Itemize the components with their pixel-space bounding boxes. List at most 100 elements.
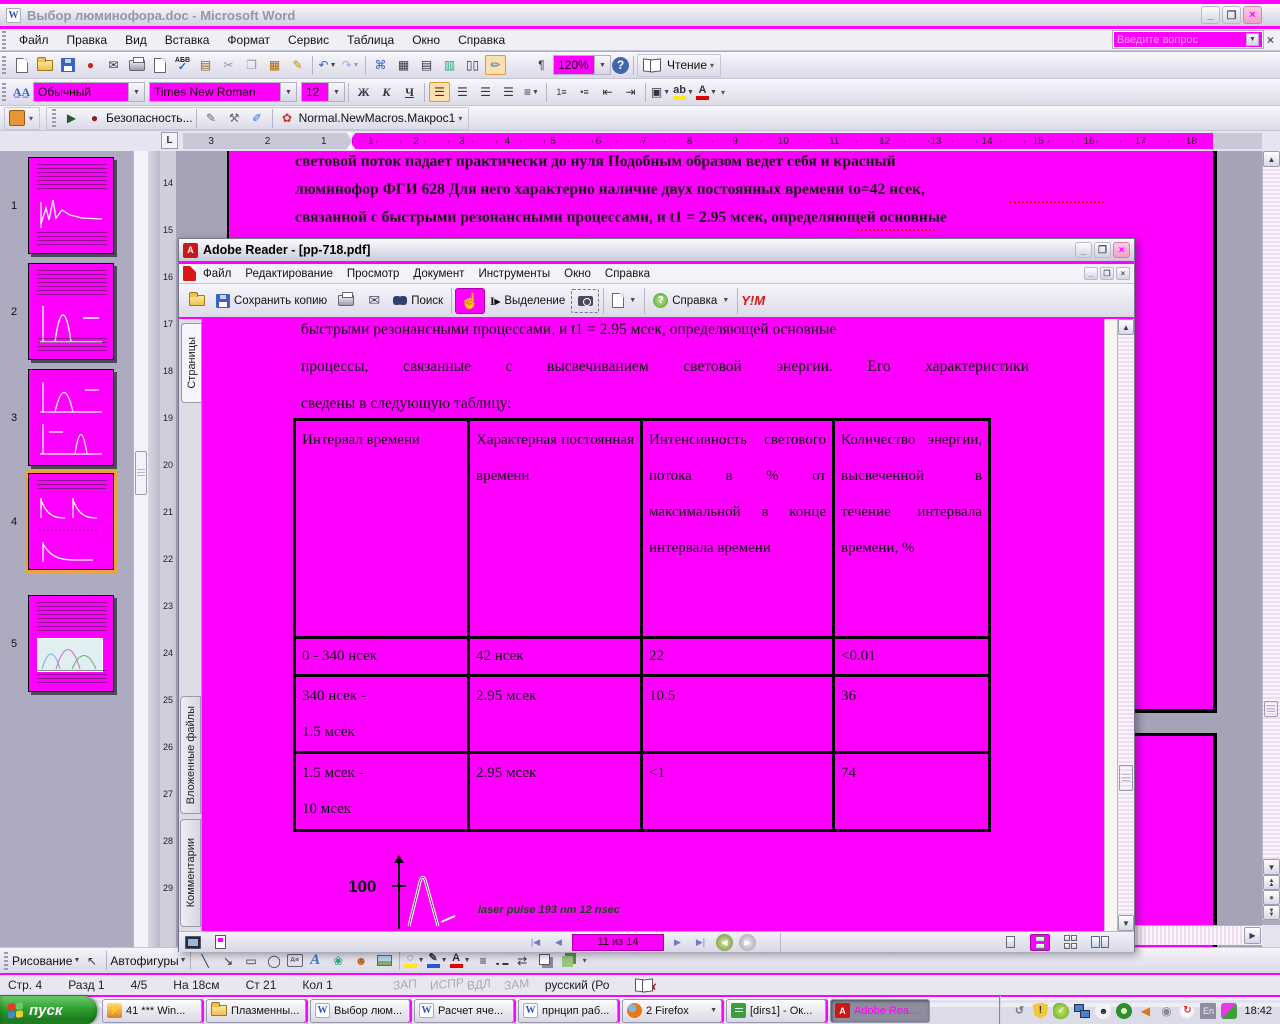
scroll-down-icon[interactable]: ▼ — [1263, 859, 1280, 875]
child-minimize-button[interactable]: _ — [1084, 267, 1098, 280]
menubar-grip[interactable] — [2, 30, 6, 49]
scheduler-icon[interactable]: ↻ — [1179, 1002, 1196, 1019]
select-browse-object-icon[interactable]: ● — [1263, 890, 1280, 905]
reader-menu-document[interactable]: Документ — [406, 266, 471, 282]
fill-color-icon[interactable]: ◌ ▼ — [403, 951, 425, 971]
design-mode-icon[interactable]: ✐ — [247, 108, 268, 128]
align-right-icon[interactable]: ☰ — [475, 82, 496, 102]
toolbar-grip[interactable] — [2, 83, 6, 101]
toolbar-grip[interactable] — [2, 56, 6, 74]
hand-tool-button[interactable]: ☝ — [455, 287, 486, 314]
security-shield-icon[interactable]: ! — [1032, 1002, 1049, 1019]
font-size-combo[interactable]: 12 ▼ — [301, 82, 345, 102]
scroll-up-icon[interactable]: ▲ — [1263, 151, 1280, 167]
help-icon[interactable]: ? — [612, 56, 629, 74]
yahoo-messenger-icon[interactable]: Y!M — [741, 293, 765, 308]
highlight-icon[interactable]: ab ▼ — [673, 82, 694, 102]
task-firefox-group[interactable]: 2 Firefox ▼ — [622, 998, 722, 1023]
status-revision-flag[interactable]: ИСПР — [430, 975, 464, 994]
language-indicator[interactable]: En — [1200, 1002, 1217, 1019]
research-icon[interactable]: ▤ — [195, 55, 216, 75]
line-icon[interactable]: ╲ — [195, 951, 216, 971]
reader-menu-view[interactable]: Просмотр — [340, 266, 407, 282]
print-preview-icon[interactable] — [149, 55, 170, 75]
tab-pages[interactable]: Страницы — [181, 323, 202, 403]
view-forward-icon[interactable]: ▶ — [739, 933, 756, 951]
diagram-icon[interactable]: ❀ — [328, 951, 349, 971]
select-objects-icon[interactable]: ↖ — [81, 951, 102, 971]
start-button[interactable]: пуск — [0, 996, 97, 1024]
continuous-layout-icon[interactable] — [1030, 933, 1050, 951]
ask-question-input[interactable]: Введите вопрос ▼ — [1111, 30, 1264, 49]
close-button[interactable]: × — [1243, 6, 1262, 24]
clipart-icon[interactable]: ☻ — [351, 951, 372, 971]
toolbox-icon[interactable]: ⚒ — [224, 108, 245, 128]
insert-table-icon[interactable]: ▤ — [416, 55, 437, 75]
numbered-list-icon[interactable]: 1≡ — [551, 82, 572, 102]
italic-icon[interactable]: К — [376, 82, 397, 102]
continuous-facing-layout-icon[interactable] — [1060, 934, 1080, 951]
menu-window[interactable]: Окно — [403, 31, 449, 49]
insert-picture-icon[interactable] — [374, 951, 395, 971]
close-document-icon[interactable]: × — [1267, 33, 1274, 47]
status-overtype-flag[interactable]: ЗАМ — [504, 976, 529, 994]
font-size-dropdown-icon[interactable]: ▼ — [328, 83, 344, 101]
print-icon[interactable] — [126, 55, 147, 75]
justify-icon[interactable]: ☰ — [498, 82, 519, 102]
line-color-icon[interactable]: ✎ ▼ — [426, 951, 448, 971]
arrow-style-icon[interactable]: ⇄ — [512, 951, 533, 971]
history-icon[interactable]: ↺ — [1011, 1003, 1027, 1019]
thumbnail-page-1[interactable] — [28, 157, 114, 254]
style-dropdown-icon[interactable]: ▼ — [128, 83, 144, 101]
select-tool-button[interactable]: I▸ Выделение — [485, 291, 570, 311]
toolbar-grip[interactable] — [52, 109, 57, 127]
document-map-icon[interactable] — [508, 55, 529, 75]
reader-minimize-button[interactable]: _ — [1075, 242, 1092, 258]
reader-vertical-scrollbar[interactable]: ▲ ▼ — [1117, 319, 1134, 931]
previous-page-icon[interactable]: ◀ — [549, 934, 568, 951]
toolbar-options-icon[interactable]: ▾ — [29, 114, 33, 123]
toolbar-options-icon[interactable]: ▾ — [458, 114, 462, 123]
visual-basic-editor-icon[interactable]: ✎ — [201, 108, 222, 128]
zoom-combo[interactable]: 120% ▼ — [553, 55, 611, 75]
audio-device-icon[interactable]: ◉ — [1158, 1003, 1174, 1019]
drawing-menu-button[interactable]: Рисование — [12, 954, 72, 968]
minimize-button[interactable]: _ — [1201, 6, 1220, 24]
reader-scroll-up-icon[interactable]: ▲ — [1118, 319, 1134, 335]
toolbar-options-icon[interactable]: ▾ — [710, 61, 714, 70]
insert-excel-icon[interactable]: ▥ — [439, 55, 460, 75]
network-icon[interactable] — [1074, 1003, 1091, 1019]
tab-comments[interactable]: Комментарии — [180, 819, 201, 927]
reader-scroll-down-icon[interactable]: ▼ — [1118, 915, 1134, 931]
antivirus-icon[interactable]: ✓ — [1053, 1002, 1070, 1019]
child-restore-button[interactable]: ❐ — [1100, 267, 1114, 280]
show-paragraph-icon[interactable]: ¶ — [531, 55, 552, 75]
group-dropdown-icon[interactable]: ▼ — [710, 1007, 717, 1014]
paste-icon[interactable]: ▦ — [264, 55, 285, 75]
reader-scrollbar-track[interactable] — [1118, 335, 1134, 915]
reader-menu-help[interactable]: Справка — [598, 266, 657, 282]
task-word-vybor[interactable]: W Выбор люм... — [310, 998, 410, 1023]
toolbar-grip[interactable] — [4, 951, 8, 970]
shadow-style-icon[interactable] — [535, 951, 556, 971]
next-page-icon[interactable]: ▼ ▼ — [1263, 905, 1280, 920]
drawing-icon[interactable]: ✏ — [485, 55, 506, 75]
save-copy-button[interactable]: Сохранить копию — [211, 291, 332, 311]
first-page-icon[interactable]: |◀ — [526, 934, 545, 951]
scrollbar-thumb[interactable] — [1264, 701, 1278, 717]
menu-table[interactable]: Таблица — [338, 31, 403, 49]
reading-button[interactable]: Чтение — [667, 58, 707, 72]
scrollbar-track[interactable] — [1263, 167, 1280, 859]
messenger-icon[interactable]: ☻ — [1095, 1002, 1112, 1019]
screen-mode-icon[interactable] — [185, 935, 201, 949]
permission-icon[interactable]: ● — [80, 55, 101, 75]
reader-close-button[interactable]: × — [1113, 242, 1130, 258]
increase-indent-icon[interactable]: ⇥ — [620, 82, 641, 102]
print-file-icon[interactable] — [333, 289, 359, 313]
thumbnail-scrollbar-thumb[interactable] — [135, 451, 147, 495]
media-player-icon[interactable] — [1116, 1002, 1133, 1019]
align-center-icon[interactable]: ☰ — [452, 82, 473, 102]
restore-button[interactable]: ❐ — [1222, 6, 1241, 24]
spelling-icon[interactable]: АБВ ✓ — [172, 55, 193, 75]
borders-icon[interactable]: ▣ ▼ — [650, 82, 671, 102]
